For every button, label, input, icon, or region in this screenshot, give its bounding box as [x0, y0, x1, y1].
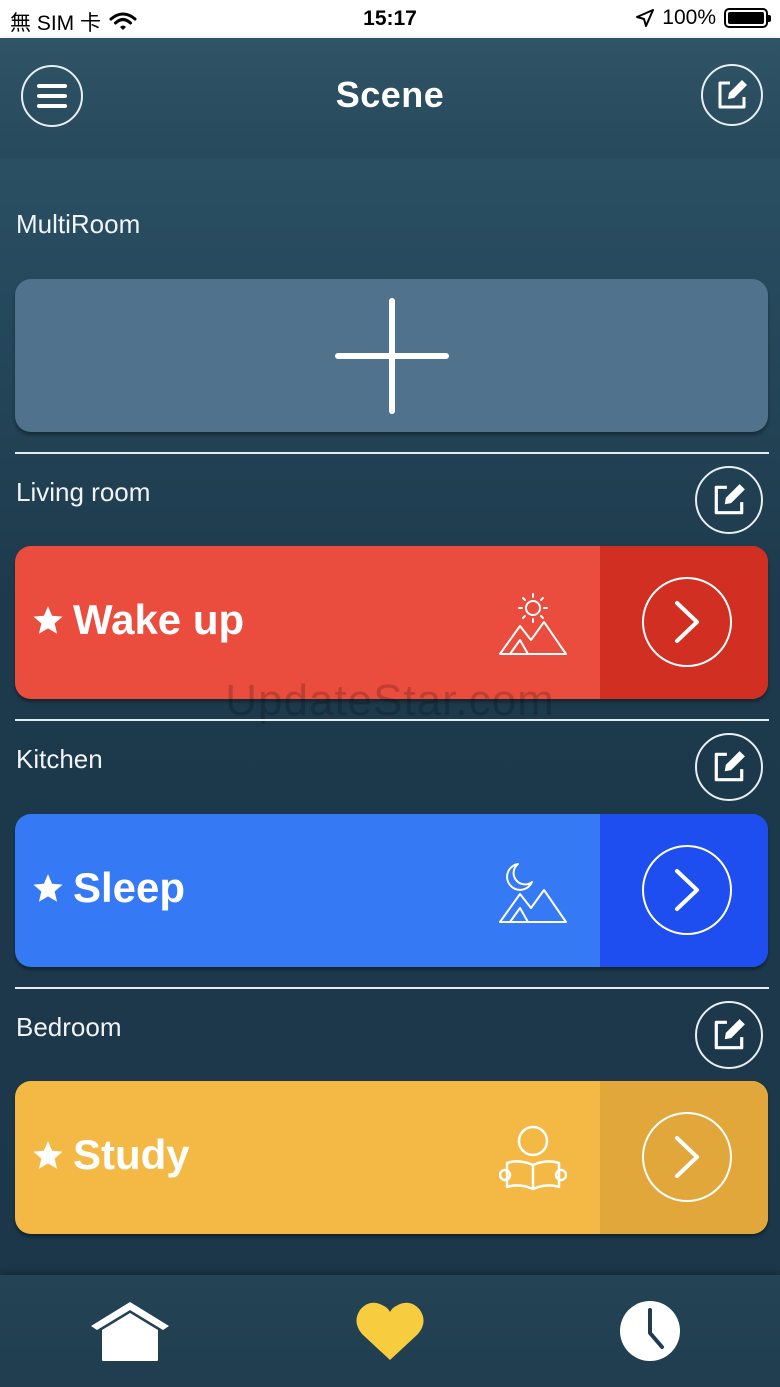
- star-icon: [33, 874, 63, 902]
- scene-list: MultiRoom Living room Wake up UpdateStar…: [0, 158, 780, 1275]
- home-icon: [91, 1302, 169, 1361]
- edit-icon: [714, 751, 745, 782]
- section-label-bedroom: Bedroom: [16, 1012, 122, 1042]
- open-scene-button[interactable]: [642, 1112, 732, 1202]
- star-icon: [33, 1141, 63, 1169]
- sunrise-mountain-icon: [499, 593, 567, 655]
- edit-bedroom-button[interactable]: [695, 1001, 763, 1069]
- battery-icon: [724, 8, 771, 28]
- open-scene-button[interactable]: [642, 845, 732, 935]
- add-multiroom-scene-button[interactable]: [15, 279, 768, 432]
- page-title: Scene: [335, 74, 445, 115]
- scene-card-study[interactable]: Study: [15, 1081, 768, 1234]
- status-bar: 無 SIM 卡 15:17 100%: [0, 0, 780, 38]
- edit-icon: [714, 484, 745, 515]
- scene-name: Study: [73, 1131, 190, 1178]
- divider: [15, 719, 769, 721]
- status-right: 100%: [636, 6, 771, 30]
- divider: [15, 987, 769, 989]
- chevron-right-icon: [675, 1136, 699, 1178]
- header: Scene: [0, 38, 780, 158]
- tab-favorites[interactable]: [330, 1275, 450, 1387]
- reading-person-icon: [499, 1125, 567, 1191]
- battery-percent: 100%: [662, 6, 716, 29]
- edit-icon: [714, 1019, 745, 1050]
- chevron-right-icon: [675, 869, 699, 911]
- star-icon: [33, 606, 63, 634]
- clock-icon: [620, 1301, 680, 1361]
- chevron-right-icon: [675, 601, 699, 643]
- scene-name: Wake up: [73, 596, 245, 643]
- section-label-kitchen: Kitchen: [16, 744, 103, 774]
- section-label-living-room: Living room: [16, 477, 151, 507]
- open-scene-button[interactable]: [642, 577, 732, 667]
- tab-schedule[interactable]: [590, 1275, 710, 1387]
- bottom-tab-bar: [0, 1275, 780, 1387]
- location-arrow-icon: [636, 9, 655, 27]
- scene-name: Sleep: [73, 864, 186, 911]
- edit-scenes-button[interactable]: [701, 64, 763, 126]
- edit-kitchen-button[interactable]: [695, 733, 763, 801]
- edit-living-room-button[interactable]: [695, 466, 763, 534]
- moon-mountain-icon: [499, 863, 567, 923]
- section-label-multiroom: MultiRoom: [16, 209, 141, 239]
- scene-card-sleep[interactable]: Sleep: [15, 814, 768, 967]
- heart-icon: [356, 1302, 424, 1360]
- divider: [15, 452, 769, 454]
- tab-home[interactable]: [70, 1275, 190, 1387]
- edit-icon: [718, 80, 747, 109]
- plus-icon: [335, 298, 449, 414]
